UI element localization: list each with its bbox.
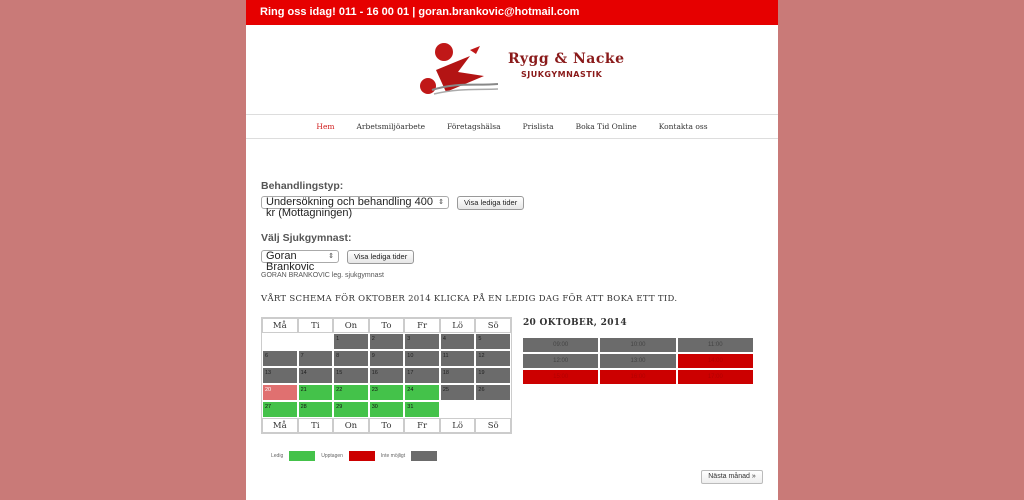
calendar-day[interactable]: 24 [404, 384, 440, 401]
weekday-label: Sö [475, 418, 511, 433]
calendar-day: 5 [475, 333, 511, 350]
calendar-day[interactable]: 27 [262, 401, 298, 418]
calendar-day: 26 [475, 384, 511, 401]
calendar-day[interactable]: 31 [404, 401, 440, 418]
calendar-day: 3 [404, 333, 440, 350]
show-times-button-therapist[interactable]: Visa lediga tider [347, 250, 415, 264]
calendar-day-empty [439, 401, 476, 418]
treatment-heading: Behandlingstyp: [261, 180, 344, 192]
time-slot: 12:00 [523, 354, 599, 368]
logo-subtitle: SJUKGYMNASTIK [521, 70, 603, 79]
calendar-day: 2 [368, 333, 405, 350]
calendar-day-empty [262, 333, 298, 350]
calendar-day: 9 [368, 350, 405, 367]
weekday-label: Ti [297, 318, 334, 333]
main-nav: Hem Arbetsmiljöarbete Företagshälsa Pris… [246, 115, 778, 139]
next-month-button[interactable]: Nästa månad » [701, 470, 763, 484]
calendar-day: 8 [333, 350, 369, 367]
time-slot: 10:00 [600, 338, 676, 352]
calendar-day[interactable]: 29 [333, 401, 369, 418]
show-times-button-treatment[interactable]: Visa lediga tider [457, 196, 525, 210]
nav-item-prislista[interactable]: Prislista [512, 122, 565, 131]
therapist-heading: Välj Sjukgymnast: [261, 232, 352, 244]
calendar-day: 13 [262, 367, 298, 384]
calendar-day[interactable]: 23 [368, 384, 405, 401]
weekday-label: On [333, 318, 369, 333]
weekday-label: On [333, 418, 369, 433]
time-slot: 16:00 [600, 370, 676, 384]
time-slot: 14:00 [677, 354, 753, 368]
time-slots-grid: 09:00 10:00 11:00 12:00 13:00 14:00 15:00 16:00… [523, 338, 753, 384]
therapist-select[interactable]: Goran Brankovic ⇕ [261, 250, 339, 273]
page: Ring oss idag! 011 - 16 00 01 | goran.br… [246, 0, 778, 500]
calendar-day[interactable]: 30 [368, 401, 405, 418]
calendar-day: 25 [439, 384, 476, 401]
calendar-legend: Ledig Upptagen Inte möjligt [271, 451, 443, 461]
calendar-day: 12 [475, 350, 511, 367]
legend-swatch-unavailable [411, 451, 438, 461]
weekday-label: Fr [404, 318, 440, 333]
calendar-day: 19 [475, 367, 511, 384]
calendar-day: 6 [262, 350, 298, 367]
legend-swatch-free [289, 451, 316, 461]
select-arrows-icon: ⇕ [328, 253, 334, 260]
legend-label-taken: Upptagen [321, 453, 343, 459]
calendar-day: 4 [439, 333, 476, 350]
selected-date-title: 20 oktober, 2014 [523, 318, 627, 328]
weekday-label: Må [262, 418, 298, 433]
time-slot: 13:00 [600, 354, 676, 368]
time-slot: 17:00 [677, 370, 753, 384]
calendar-day: 18 [439, 367, 476, 384]
logo-icon [420, 43, 498, 95]
weekday-label: Lö [439, 318, 476, 333]
time-slot: 09:00 [523, 338, 599, 352]
nav-item-kontakta-oss[interactable]: Kontakta oss [648, 122, 719, 131]
therapist-info: GORAN BRANKOVIC leg. sjukgymnast [261, 272, 384, 279]
select-arrows-icon: ⇕ [438, 199, 444, 206]
treatment-select[interactable]: Undersökning och behandling 400 kr (Mott… [261, 196, 449, 219]
nav-item-boka-tid-online[interactable]: Boka Tid Online [565, 122, 648, 131]
weekday-label: Må [262, 318, 298, 333]
calendar-day[interactable]: 22 [333, 384, 369, 401]
calendar-day-empty [297, 333, 334, 350]
calendar-day: 17 [404, 367, 440, 384]
calendar-day: 11 [439, 350, 476, 367]
nav-item-hem[interactable]: Hem [305, 122, 345, 131]
legend-label-free: Ledig [271, 453, 284, 459]
calendar-day: 20 [262, 384, 298, 401]
time-slot: 15:00 [523, 370, 599, 384]
legend-label-unavailable: Inte möjligt [380, 453, 406, 459]
weekday-label: To [368, 318, 405, 333]
calendar-day: 10 [404, 350, 440, 367]
calendar-weekday-footer: Må Ti On To Fr Lö Sö [262, 418, 511, 433]
schedule-title: Vårt schema för oktober 2014 klicka på e… [261, 294, 678, 304]
weekday-label: To [368, 418, 405, 433]
weekday-label: Lö [439, 418, 476, 433]
time-slot: 11:00 [677, 338, 753, 352]
nav-item-foretagshalsa[interactable]: Företagshälsa [436, 122, 512, 131]
calendar-day[interactable]: 28 [297, 401, 334, 418]
calendar-day: 1 [333, 333, 369, 350]
calendar-day[interactable]: 21 [297, 384, 334, 401]
legend-swatch-taken [348, 451, 375, 461]
logo-title: Rygg & Nacke [508, 51, 625, 67]
calendar-day: 7 [297, 350, 334, 367]
weekday-label: Ti [297, 418, 334, 433]
nav-item-arbetsmiljoarbete[interactable]: Arbetsmiljöarbete [346, 122, 437, 131]
header-logo-area: Rygg & Nacke SJUKGYMNASTIK [246, 25, 778, 115]
calendar-day: 16 [368, 367, 405, 384]
weekday-label: Fr [404, 418, 440, 433]
treatment-select-value: Undersökning och behandling 400 kr (Mott… [266, 196, 433, 219]
calendar-weekday-header: Må Ti On To Fr Lö Sö [262, 318, 511, 333]
contact-bar: Ring oss idag! 011 - 16 00 01 | goran.br… [246, 0, 778, 25]
calendar-day-empty [475, 401, 511, 418]
therapist-select-value: Goran Brankovic [266, 250, 315, 273]
weekday-label: Sö [475, 318, 511, 333]
month-calendar: Må Ti On To Fr Lö Sö 1 2 3 4 5 6 7 8 9 10 11 12 13 14… [261, 317, 512, 434]
calendar-days-grid: 1 2 3 4 5 6 7 8 9 10 11 12 13 14 15 16 17 18 19 20 21 22 23 24 2… [262, 333, 511, 418]
calendar-day: 14 [297, 367, 334, 384]
calendar-day: 15 [333, 367, 369, 384]
